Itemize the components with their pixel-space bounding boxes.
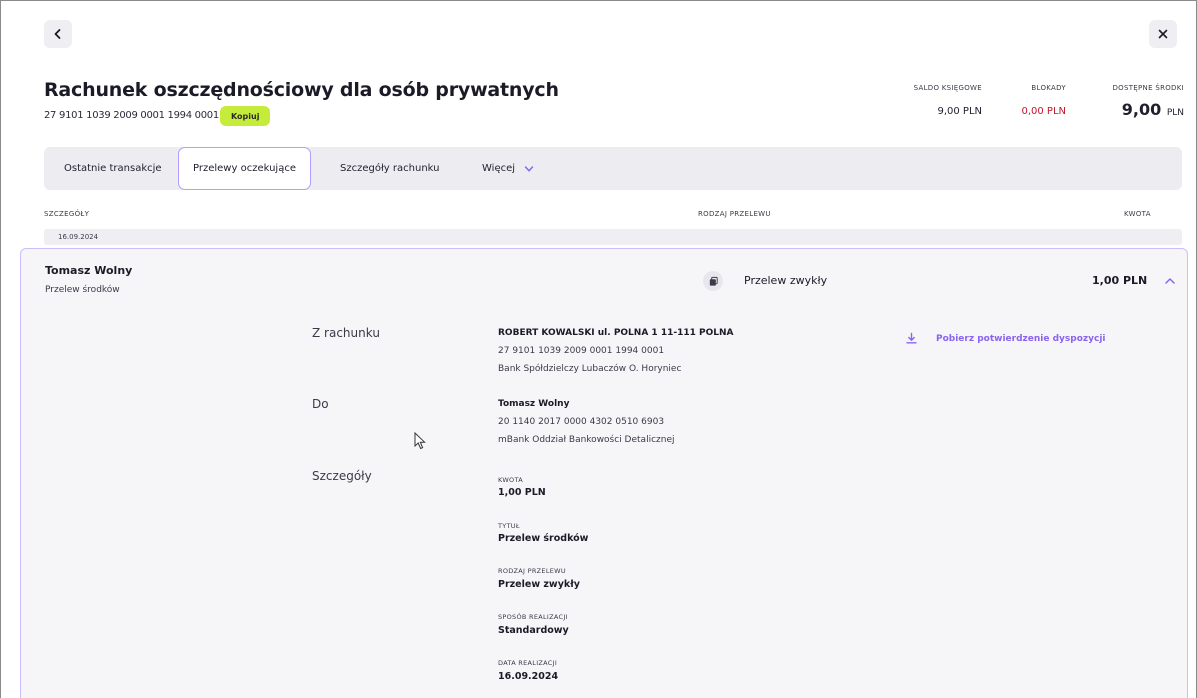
detail-value: Przelew zwykły xyxy=(498,579,580,590)
to-account: 20 1140 2017 0000 4302 0510 6903 xyxy=(498,417,665,427)
balance-dostepne: DOSTĘPNE ŚRODKI 9,00 PLN xyxy=(1092,84,1184,119)
tab-wiecej[interactable]: Więcej xyxy=(482,147,535,190)
details-label: Szczegóły xyxy=(312,469,372,483)
detail-key: SPOSÓB REALIZACJI xyxy=(498,613,568,621)
account-number: 27 9101 1039 2009 0001 1994 0001 xyxy=(44,110,219,121)
to-bank: mBank Oddział Bankowości Detalicznej xyxy=(498,435,675,445)
balance-saldo: SALDO KSIĘGOWE 9,00 PLN xyxy=(896,84,982,117)
from-owner: ROBERT KOWALSKI ul. POLNA 1 11-111 POLNA xyxy=(498,328,734,338)
tab-szczegoly-rachunku[interactable]: Szczegóły rachunku xyxy=(340,147,439,190)
balance-amount: 9,00 xyxy=(1121,100,1162,119)
transfer-type: Przelew zwykły xyxy=(744,274,828,287)
balance-label: SALDO KSIĘGOWE xyxy=(913,84,982,92)
transfer-subtitle: Przelew środków xyxy=(45,285,120,295)
download-confirmation-link[interactable]: Pobierz potwierdzenie dyspozycji xyxy=(905,332,1106,345)
tab-przelewy-oczekujace[interactable]: Przelewy oczekujące xyxy=(178,147,311,190)
detail-key: TYTUŁ xyxy=(498,522,520,530)
from-bank: Bank Spółdzielczy Lubaczów O. Horyniec xyxy=(498,364,682,374)
to-label: Do xyxy=(312,397,329,411)
chevron-up-icon[interactable] xyxy=(1163,274,1177,288)
balance-blokady: BLOKADY 0,00 PLN xyxy=(1000,84,1066,117)
download-label: Pobierz potwierdzenie dyspozycji xyxy=(936,333,1106,344)
close-button[interactable] xyxy=(1149,20,1177,48)
tab-bar: Ostatnie transakcje Przelewy oczekujące … xyxy=(44,147,1182,190)
page-title: Rachunek oszczędnościowy dla osób prywat… xyxy=(44,79,559,101)
copy-button[interactable]: Kopiuj xyxy=(220,106,271,126)
tab-label: Więcej xyxy=(482,163,516,174)
documents-icon xyxy=(709,276,718,286)
balance-value: 9,00 PLN xyxy=(1092,100,1184,119)
transfer-type-icon xyxy=(703,271,723,291)
mouse-cursor-icon xyxy=(414,432,426,450)
detail-value: 16.09.2024 xyxy=(498,671,559,682)
transfer-expanded-row[interactable]: Tomasz Wolny Przelew środków Przelew zwy… xyxy=(20,248,1188,698)
balance-label: DOSTĘPNE ŚRODKI xyxy=(1112,84,1184,92)
from-label: Z rachunku xyxy=(312,326,380,340)
back-button[interactable] xyxy=(44,20,72,48)
detail-value: 1,00 PLN xyxy=(498,487,546,498)
to-owner: Tomasz Wolny xyxy=(498,399,570,409)
column-header-type: RODZAJ PRZELEWU xyxy=(698,210,771,218)
detail-key: RODZAJ PRZELEWU xyxy=(498,567,566,575)
download-icon xyxy=(906,332,917,344)
column-header-details: SZCZEGÓŁY xyxy=(44,210,90,218)
detail-value: Przelew środków xyxy=(498,533,589,544)
detail-key: KWOTA xyxy=(498,476,523,484)
close-icon xyxy=(1158,29,1168,39)
detail-key: DATA REALIZACJI xyxy=(498,659,558,667)
transfer-amount: 1,00 PLN xyxy=(1092,274,1148,287)
date-group-header: 16.09.2024 xyxy=(44,229,1182,245)
balance-value: 0,00 PLN xyxy=(1021,106,1066,117)
tab-ostatnie-transakcje[interactable]: Ostatnie transakcje xyxy=(64,147,162,190)
balance-value: 9,00 PLN xyxy=(937,106,982,117)
transfer-name: Tomasz Wolny xyxy=(45,264,133,277)
chevron-down-icon xyxy=(524,165,534,172)
balance-currency: PLN xyxy=(1166,108,1184,118)
group-date: 16.09.2024 xyxy=(58,233,99,241)
balance-label: BLOKADY xyxy=(1031,84,1066,92)
detail-value: Standardowy xyxy=(498,625,569,636)
column-header-amount: KWOTA xyxy=(1124,210,1151,218)
chevron-left-icon xyxy=(54,29,61,39)
from-account: 27 9101 1039 2009 0001 1994 0001 xyxy=(498,346,665,356)
